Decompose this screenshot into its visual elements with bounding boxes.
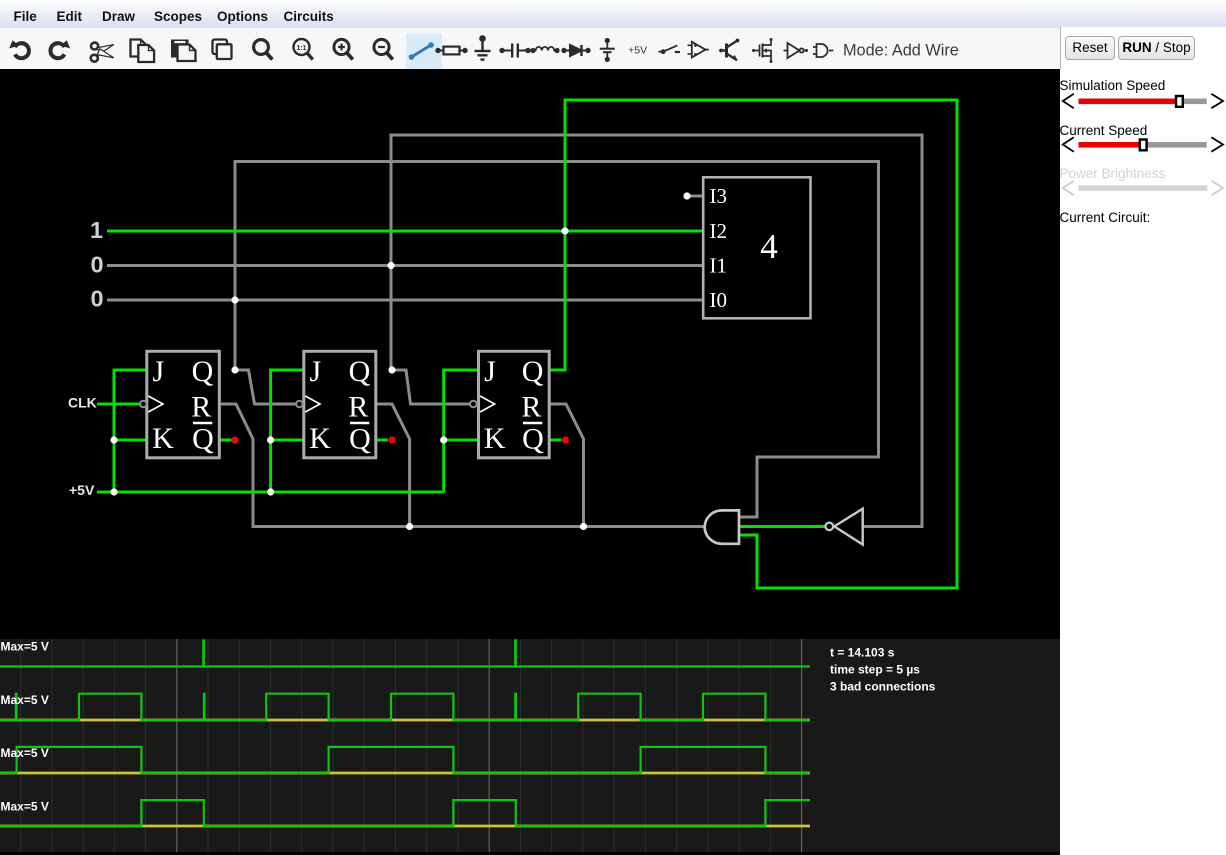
svg-text:J: J (484, 355, 496, 388)
svg-text:Q: Q (522, 355, 544, 388)
svg-text:Q: Q (192, 423, 214, 456)
svg-text:K: K (152, 422, 174, 455)
svg-text:CLK: CLK (68, 395, 97, 411)
svg-text:Max=5 V: Max=5 V (1, 799, 49, 813)
svg-text:time step = 5 µs: time step = 5 µs (830, 663, 920, 677)
svg-text:1:1: 1:1 (296, 45, 306, 52)
svg-text:I1: I1 (710, 253, 728, 277)
svg-text:+5V: +5V (628, 45, 647, 57)
svg-text:Max=5 V: Max=5 V (1, 640, 49, 654)
svg-text:J: J (309, 355, 321, 388)
svg-text:Mode: Add Wire: Mode: Add Wire (843, 41, 959, 59)
svg-text:Q: Q (192, 355, 214, 388)
svg-text:K: K (309, 422, 331, 455)
svg-text:+5V: +5V (69, 482, 95, 498)
svg-text:I3: I3 (710, 184, 728, 208)
svg-text:I0: I0 (710, 288, 728, 312)
svg-text:R: R (521, 391, 541, 424)
svg-text:0: 0 (90, 252, 103, 278)
svg-text:Q: Q (349, 355, 371, 388)
svg-text:Q: Q (349, 423, 371, 456)
svg-text:I2: I2 (710, 219, 728, 243)
svg-text:R: R (348, 391, 368, 424)
svg-text:J: J (152, 355, 164, 388)
svg-text:3 bad connections: 3 bad connections (830, 680, 936, 694)
svg-text:K: K (484, 422, 506, 455)
svg-text:R: R (191, 391, 211, 424)
svg-text:Q: Q (522, 423, 544, 456)
svg-text:t = 14.103 s: t = 14.103 s (830, 646, 895, 660)
svg-text:1: 1 (90, 217, 103, 243)
svg-text:Max=5 V: Max=5 V (1, 746, 49, 760)
svg-text:0: 0 (90, 286, 103, 312)
svg-text:4: 4 (760, 227, 778, 266)
svg-text:Max=5 V: Max=5 V (1, 693, 49, 707)
